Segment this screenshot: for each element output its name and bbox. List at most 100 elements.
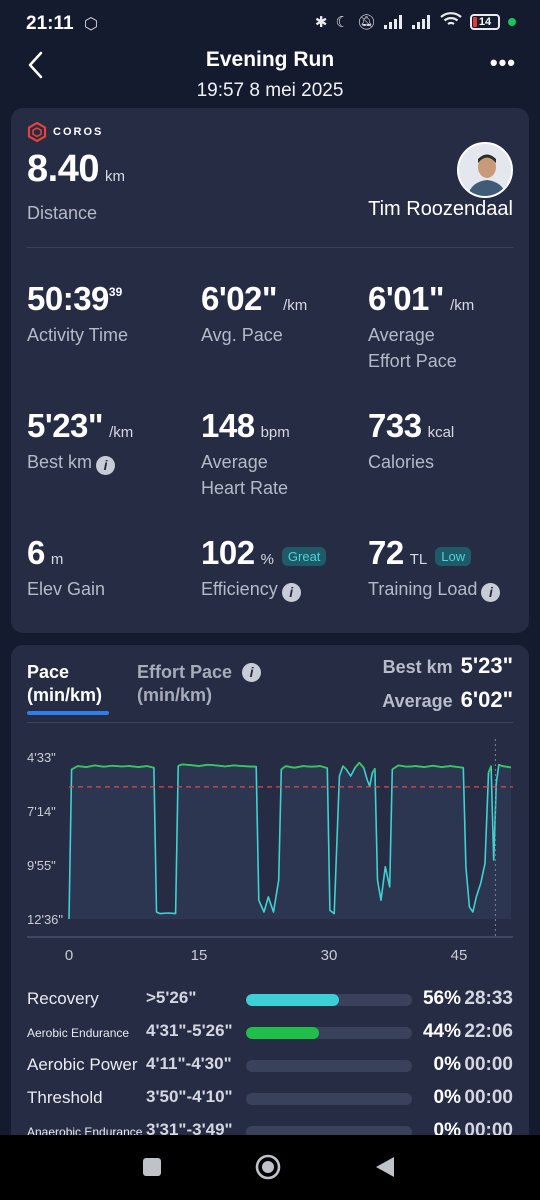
zone-bar xyxy=(246,1093,412,1105)
zone-range: 4'11"-4'30" xyxy=(146,1054,232,1073)
pace-chart[interactable]: 4'33" 7'14" 9'55" 12'36" 0 15 30 45 xyxy=(11,735,529,975)
pace-fast-segment xyxy=(103,764,113,768)
activity-time-seconds: 39 xyxy=(108,285,123,299)
zone-bar-fill xyxy=(246,994,339,1006)
zone-range: 4'31"-5'26" xyxy=(146,1021,233,1040)
zone-time: 22:06 xyxy=(464,1021,513,1042)
pace-fast-segment xyxy=(233,764,243,767)
elev-gain-unit: m xyxy=(50,551,64,568)
efficiency-unit: % xyxy=(260,551,274,568)
divider xyxy=(27,247,513,248)
mute-icon: 🔕︎ xyxy=(356,14,376,31)
effort-pace-label-2: Effort Pace xyxy=(368,351,457,371)
pace-fast-segment xyxy=(406,765,416,768)
user-avatar-icon xyxy=(459,144,511,196)
distance-value-group: 8.40 km xyxy=(27,148,125,191)
info-icon[interactable]: i xyxy=(481,582,501,602)
best-km-label: Best km xyxy=(27,452,93,472)
status-bar: 21:11 ⬡ ✱ ☾ 🔕︎ 14 xyxy=(0,0,540,48)
home-button-icon[interactable] xyxy=(255,1154,281,1180)
coros-logo: COROS xyxy=(27,122,103,142)
pace-fast-segment xyxy=(207,763,217,767)
pace-fast-segment xyxy=(441,765,451,768)
zone-name: Aerobic Power xyxy=(27,1055,138,1074)
activity-time-value: 50:39 xyxy=(27,280,109,317)
best-km-unit: /km xyxy=(109,424,134,441)
avg-pace-value: 6'02" xyxy=(201,280,278,317)
zone-percent: 0% xyxy=(433,1054,461,1075)
status-time: 21:11 xyxy=(26,13,74,34)
info-icon[interactable]: i xyxy=(242,663,262,682)
battery-icon: 14 xyxy=(470,14,500,30)
notification-icon: ⬡ xyxy=(84,16,98,33)
info-icon[interactable]: i xyxy=(281,582,301,602)
avg-pace-label: Avg. Pace xyxy=(201,325,283,345)
distance-label: Distance xyxy=(27,203,98,223)
pace-area xyxy=(69,762,511,919)
zone-bar-fill xyxy=(246,1027,320,1039)
x-tick-label: 15 xyxy=(191,947,208,964)
x-tick-label: 45 xyxy=(451,947,468,964)
zone-range: 3'50"-4'10" xyxy=(146,1087,233,1106)
avatar[interactable] xyxy=(457,142,513,198)
y-tick-label: 7'14" xyxy=(27,804,56,819)
coros-logo-icon xyxy=(27,122,47,142)
more-menu-icon[interactable]: ••• xyxy=(490,50,516,76)
metric-training-load: 72 TL Low Training Load i xyxy=(368,534,501,602)
zone-name: Threshold xyxy=(27,1088,103,1107)
summary-card: COROS 8.40 km Distance Tim Roozendaal 50… xyxy=(11,108,529,633)
best-km-stat-value: 5'23" xyxy=(460,653,513,678)
x-tick-label: 30 xyxy=(321,947,338,964)
pace-fast-segment xyxy=(498,763,503,767)
zone-time: 00:00 xyxy=(464,1054,513,1075)
zone-row: Aerobic Endurance 4'31"-5'26" 44% 22:06 xyxy=(11,1018,529,1048)
info-icon[interactable]: i xyxy=(96,455,116,475)
do-not-disturb-icon: ☾ xyxy=(335,14,349,31)
cell-signal-2-icon xyxy=(412,15,432,29)
tab-effort-pace[interactable]: Effort Pace i (min/km) xyxy=(137,661,262,707)
distance-unit: km xyxy=(104,168,125,185)
brand-name: COROS xyxy=(53,126,104,138)
activity-time-label: Activity Time xyxy=(27,325,129,345)
best-km-stat: Best km 5'23" xyxy=(383,653,513,679)
cell-signal-icon xyxy=(384,15,404,29)
best-km-stat-label: Best km xyxy=(382,657,453,677)
zone-time: 00:00 xyxy=(464,1087,513,1108)
efficiency-label: Efficiency xyxy=(201,579,278,599)
pace-fast-segment xyxy=(415,765,425,768)
zone-range: >5'26" xyxy=(146,988,197,1007)
zone-percent: 0% xyxy=(433,1087,461,1108)
zone-name: Recovery xyxy=(27,989,99,1008)
heart-rate-label-1: Average xyxy=(201,452,268,472)
tab-pace[interactable]: Pace (min/km) xyxy=(27,661,102,707)
calories-unit: kcal xyxy=(427,424,455,441)
zone-row: Aerobic Power 4'11"-4'30" 0% 00:00 xyxy=(11,1051,529,1081)
effort-pace-value: 6'01" xyxy=(368,280,445,317)
tab-pace-unit: (min/km) xyxy=(27,685,103,705)
privacy-dot-icon xyxy=(508,18,516,26)
effort-pace-label-1: Average xyxy=(368,325,435,345)
status-icons: ✱ ☾ 🔕︎ 14 xyxy=(315,12,516,32)
divider xyxy=(27,722,513,723)
pace-fast-segment xyxy=(112,764,122,768)
metric-heart-rate: 148 bpm Average Heart Rate xyxy=(201,407,290,501)
zone-percent: 44% xyxy=(422,1021,461,1042)
elev-gain-value: 6 xyxy=(27,534,45,571)
pace-fast-segment xyxy=(181,763,191,766)
tab-pace-label: Pace xyxy=(27,662,70,682)
pace-fast-segment xyxy=(242,765,257,768)
y-tick-label: 4'33" xyxy=(27,750,56,765)
average-stat-value: 6'02" xyxy=(460,687,513,712)
elev-gain-label: Elev Gain xyxy=(27,579,106,599)
zone-row: Recovery >5'26" 56% 28:33 xyxy=(11,985,529,1015)
training-load-label: Training Load xyxy=(368,579,478,599)
pace-fast-segment xyxy=(502,765,507,768)
heart-rate-label-2: Heart Rate xyxy=(201,478,289,498)
zone-bar xyxy=(246,1027,412,1039)
efficiency-badge: Great xyxy=(281,547,327,566)
pace-fast-segment xyxy=(138,765,148,768)
recents-button-icon[interactable] xyxy=(142,1157,162,1177)
back-nav-button-icon[interactable] xyxy=(374,1155,396,1179)
pace-fast-segment xyxy=(190,764,200,767)
user-name[interactable]: Tim Roozendaal xyxy=(368,198,513,221)
